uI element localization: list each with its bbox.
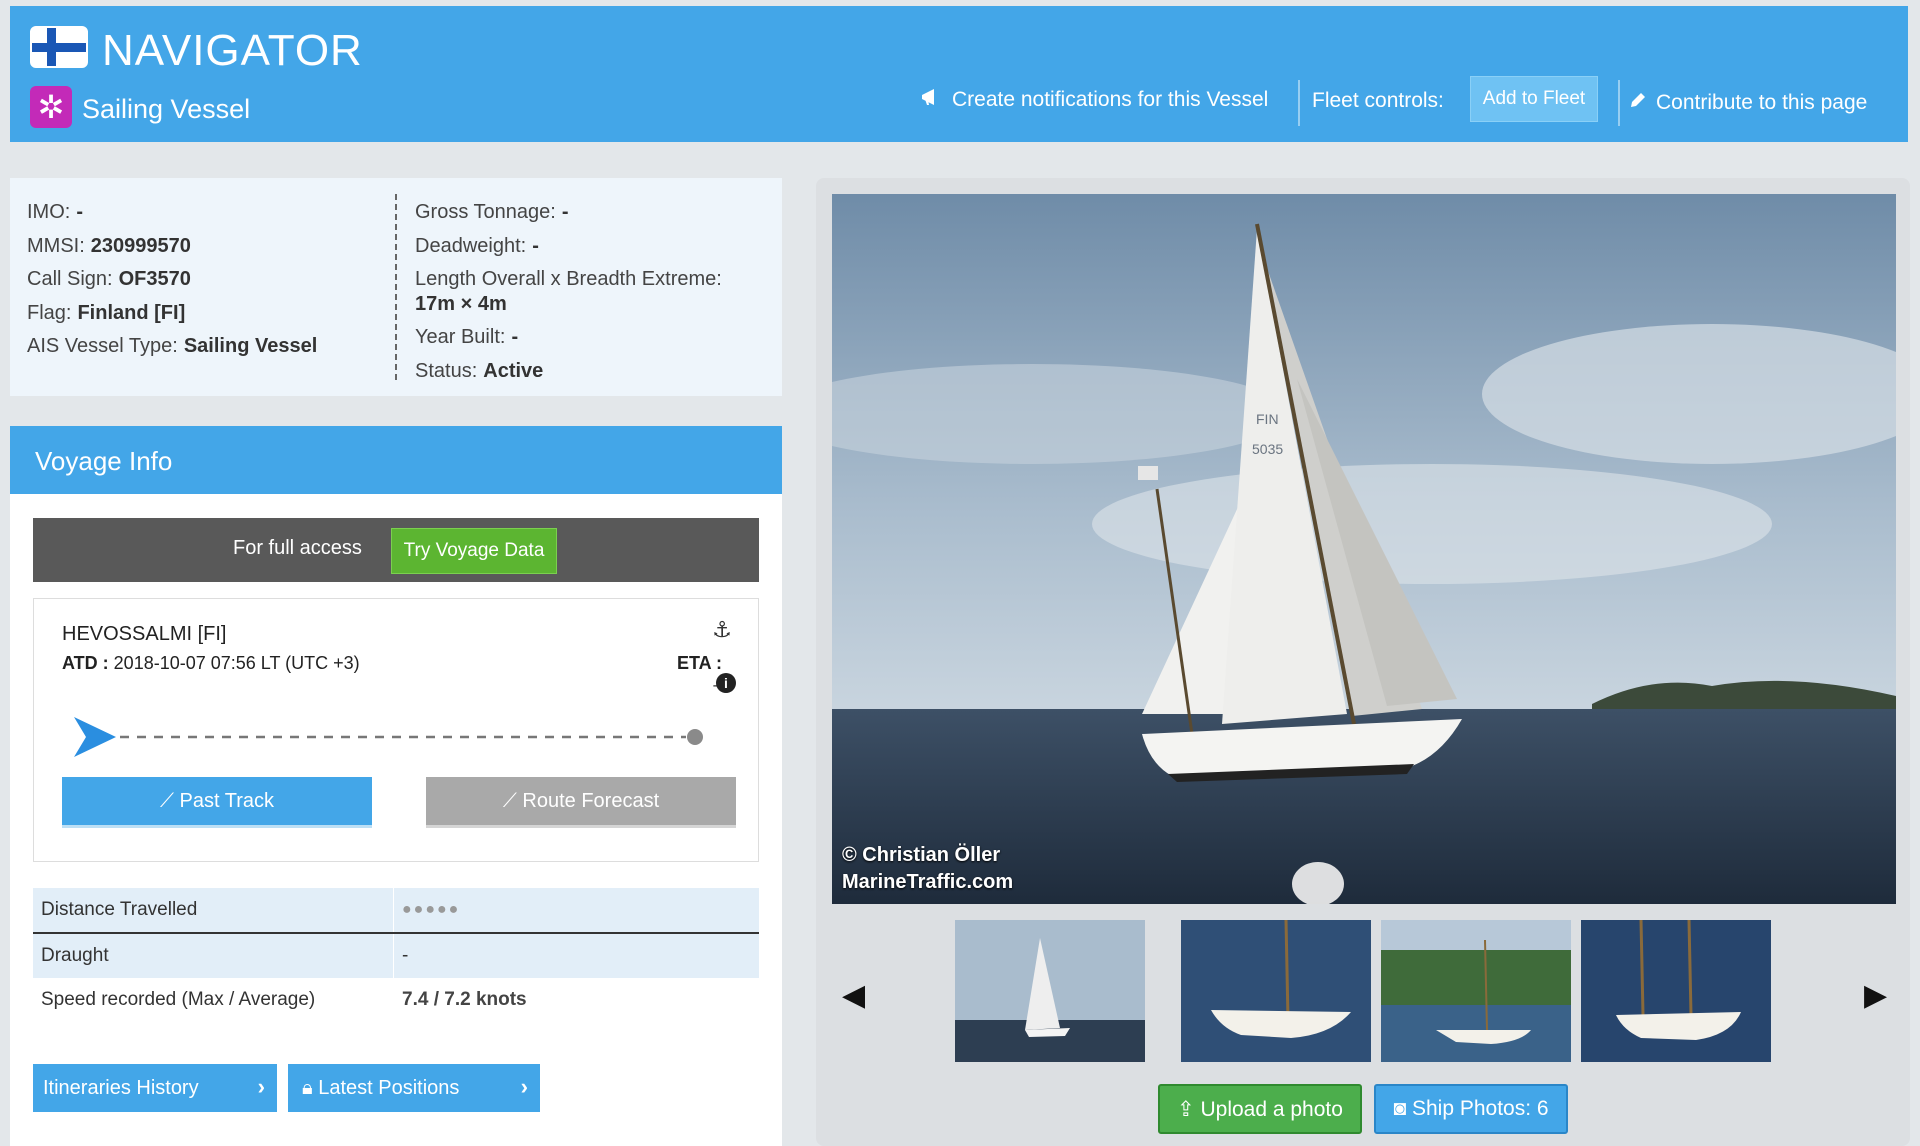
full-access-bar: For full access Try Voyage Data [33, 518, 759, 582]
photo-prev-arrow-icon[interactable]: ◀ [842, 978, 865, 1013]
upload-photo-button[interactable]: ⇪ Upload a photo [1158, 1084, 1362, 1134]
detail-row-call-sign: Call Sign: OF3570 [27, 268, 191, 290]
eta-label: ETA : [677, 653, 722, 673]
track-icon: ⟋ [159, 789, 180, 812]
stat-row-draught: Draught - [33, 934, 759, 978]
voyage-info-title: Voyage Info [10, 426, 782, 494]
chevron-right-icon: › [257, 1074, 265, 1099]
stat-row-speed: Speed recorded (Max / Average) 7.4 / 7.2 … [33, 978, 759, 1022]
upload-icon: ⇪ [1177, 1097, 1201, 1121]
sailing-vessel-icon: ✲ [30, 86, 72, 128]
camera-icon: ◙ [1393, 1097, 1412, 1120]
sailboat-photo-image: FIN 5035 [832, 194, 1896, 904]
finland-flag-icon [30, 26, 88, 68]
voyage-stats-table: Distance Travelled ●●●●● Draught - Speed r… [33, 888, 759, 1022]
photo-thumbnail[interactable] [1381, 920, 1571, 1062]
destination-dot [687, 729, 703, 745]
details-divider [395, 194, 397, 380]
detail-row-imo: IMO: - [27, 201, 84, 223]
route-forecast-button[interactable]: ⟋ Route Forecast [426, 777, 736, 825]
photo-thumbnail[interactable] [955, 920, 1145, 1062]
megaphone-icon [920, 86, 942, 114]
stat-row-distance: Distance Travelled ●●●●● [33, 888, 759, 932]
route-box: HEVOSSALMI [FI] ATD : 2018-10-07 07:56 L… [33, 598, 759, 862]
route-icon: ⟋ [502, 789, 523, 812]
detail-row-ais-type: AIS Vessel Type: Sailing Vessel [27, 335, 318, 357]
detail-row-deadweight: Deadweight: - [415, 234, 539, 257]
departure-port: HEVOSSALMI [FI] [62, 623, 227, 645]
create-notifications-link[interactable]: Create notifications for this Vessel [920, 86, 1268, 114]
photo-thumbnail[interactable] [1581, 920, 1771, 1062]
full-access-text: For full access [233, 537, 362, 559]
latest-positions-button[interactable]: 🔒︎ Latest Positions › [288, 1064, 540, 1112]
contribute-link[interactable]: Contribute to this page [1628, 90, 1867, 116]
header-separator [1618, 80, 1620, 126]
fleet-controls-label: Fleet controls: [1312, 89, 1444, 112]
detail-row-length: Length Overall x Breadth Extreme: 17m × 4… [415, 268, 722, 315]
detail-row-gross-tonnage: Gross Tonnage: - [415, 201, 569, 223]
vessel-details-card: IMO: - MMSI: 230999570 Call Sign: OF3570 Fl… [10, 178, 782, 396]
vessel-position-arrow-icon [74, 717, 116, 757]
vessel-type-label: Sailing Vessel [82, 94, 251, 124]
past-track-button[interactable]: ⟋ Past Track [62, 777, 372, 825]
voyage-info-card: Voyage Info For full access Try Voyage D… [10, 426, 782, 1146]
ship-photos-button[interactable]: ◙ Ship Photos: 6 [1374, 1084, 1568, 1134]
atd-line: ATD : 2018-10-07 07:56 LT (UTC +3) [62, 653, 360, 673]
svg-text:5035: 5035 [1252, 441, 1283, 457]
detail-row-year-built: Year Built: - [415, 326, 519, 348]
pencil-icon [1628, 90, 1648, 116]
voyage-progress-track [74, 717, 703, 757]
detail-row-mmsi: MMSI: 230999570 [27, 234, 191, 257]
create-notifications-label: Create notifications for this Vessel [952, 88, 1269, 111]
vessel-name: NAVIGATOR [102, 26, 363, 75]
photo-panel: FIN 5035 © Christian Öller MarineTraffic… [816, 178, 1910, 1146]
photo-thumbnail[interactable] [1181, 920, 1371, 1062]
vessel-photo[interactable]: FIN 5035 © Christian Öller MarineTraffic… [832, 194, 1896, 904]
detail-row-status: Status: Active [415, 359, 544, 382]
add-to-fleet-button[interactable]: Add to Fleet [1470, 76, 1598, 122]
contribute-label: Contribute to this page [1656, 91, 1868, 114]
header-separator [1298, 80, 1300, 126]
unknown-port-anchor-icon: ⚓ [712, 617, 732, 642]
photo-next-arrow-icon[interactable]: ▶ [1864, 978, 1887, 1013]
itineraries-history-button[interactable]: Itineraries History › [33, 1064, 277, 1112]
lock-icon: 🔒︎ [302, 1076, 319, 1099]
svg-text:FIN: FIN [1256, 411, 1279, 427]
photo-credit: © Christian Öller MarineTraffic.com [842, 844, 1014, 893]
vessel-header: NAVIGATOR ✲ Sailing Vessel Create notifi… [10, 6, 1908, 142]
details-left-column: IMO: - MMSI: 230999570 Call Sign: OF3570 Fl… [27, 196, 317, 364]
chevron-right-icon: › [520, 1074, 528, 1099]
info-icon[interactable]: i [716, 673, 736, 693]
try-voyage-data-button[interactable]: Try Voyage Data [391, 528, 557, 574]
details-right-column: Gross Tonnage: - Deadweight: - Length Over… [415, 196, 770, 388]
detail-row-flag: Flag: Finland [FI] [27, 301, 186, 324]
